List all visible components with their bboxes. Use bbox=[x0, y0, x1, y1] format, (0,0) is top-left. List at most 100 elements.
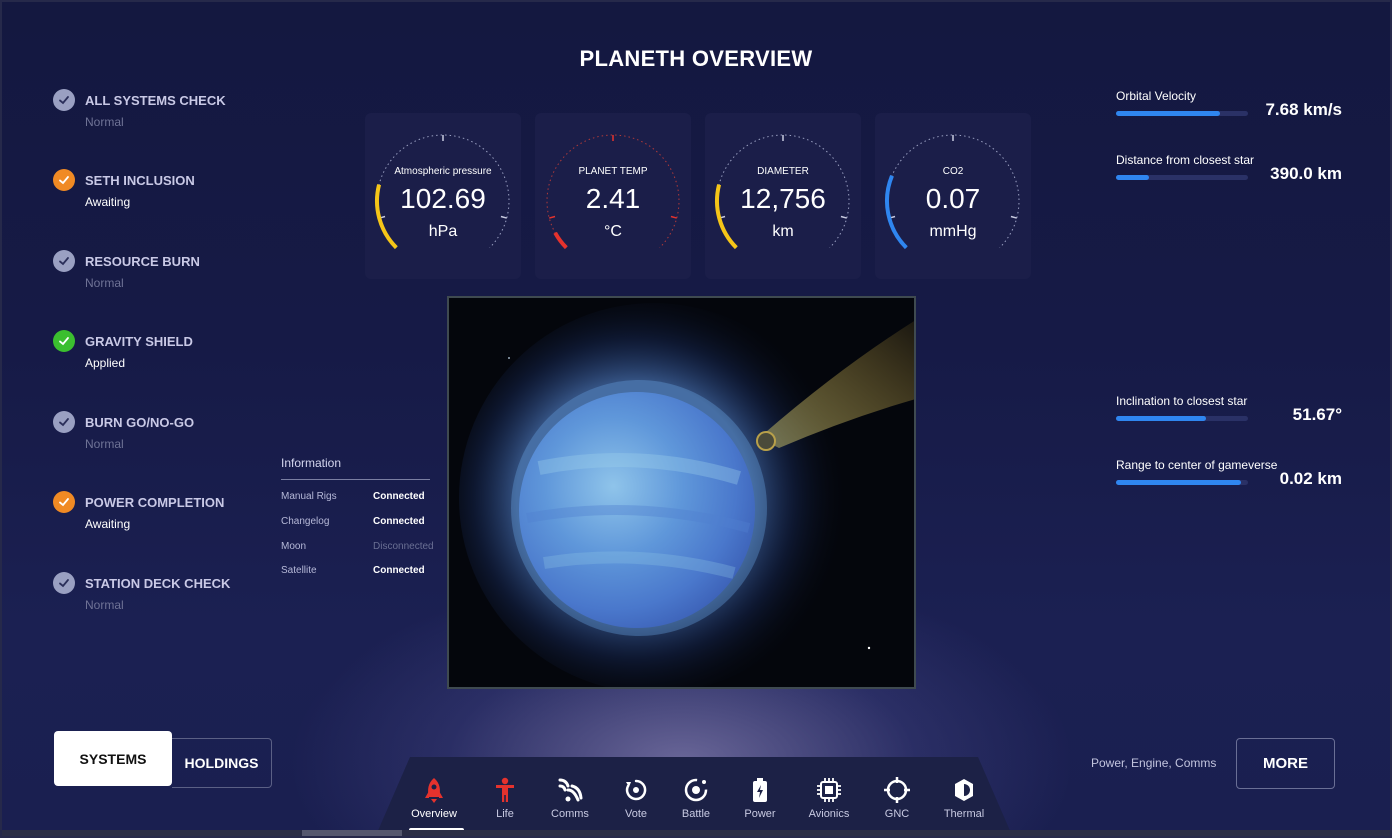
vote-icon bbox=[625, 779, 647, 801]
chip-icon bbox=[817, 778, 841, 802]
crosshair-icon bbox=[884, 777, 910, 803]
gauge-tick bbox=[840, 215, 847, 219]
check-label: STATION DECK CHECK bbox=[85, 576, 231, 591]
stat-distance-closest-star: Distance from closest star 390.0 km bbox=[1116, 153, 1356, 193]
stat-bar bbox=[1116, 480, 1248, 485]
nav-label: Avionics bbox=[808, 808, 850, 820]
stat-bar-fill bbox=[1116, 416, 1206, 421]
gauge-co2: CO2 0.07 mmHg bbox=[875, 113, 1031, 279]
stat-label: Distance from closest star bbox=[1116, 153, 1255, 167]
info-row-moon: Moon Disconnected bbox=[281, 541, 441, 555]
check-label: BURN GO/NO-GO bbox=[85, 415, 195, 430]
gauge-diameter: DIAMETER 12,756 km bbox=[705, 113, 861, 279]
check-icon bbox=[53, 491, 75, 513]
check-status: Applied bbox=[85, 356, 126, 370]
stat-label: Inclination to closest star bbox=[1116, 394, 1248, 408]
target-icon bbox=[684, 778, 708, 802]
gauge-atmospheric-pressure: Atmospheric pressure 102.69 hPa bbox=[365, 113, 521, 279]
gauge-unit: °C bbox=[604, 223, 622, 240]
stat-value: 51.67° bbox=[1292, 405, 1342, 424]
info-value: Connected bbox=[373, 516, 425, 527]
nav-avionics[interactable]: Avionics bbox=[799, 774, 859, 834]
check-item-all-systems[interactable]: ALL SYSTEMS CHECK Normal bbox=[53, 89, 283, 139]
nav-label: Battle bbox=[681, 808, 711, 820]
check-status: Normal bbox=[85, 276, 124, 290]
gauge-planet-temp: PLANET TEMP 2.41 °C bbox=[535, 113, 691, 279]
stat-bar-fill bbox=[1116, 175, 1149, 180]
info-key: Satellite bbox=[281, 565, 317, 576]
check-item-station-deck[interactable]: STATION DECK CHECK Normal bbox=[53, 572, 283, 622]
check-item-power-completion[interactable]: POWER COMPLETION Awaiting bbox=[53, 491, 283, 541]
check-icon bbox=[53, 250, 75, 272]
thermal-icon bbox=[955, 779, 973, 801]
gauge-tick bbox=[549, 215, 556, 219]
info-value: Disconnected bbox=[373, 541, 434, 552]
planet-image bbox=[447, 296, 916, 689]
check-icon bbox=[53, 411, 75, 433]
systems-button[interactable]: SYSTEMS bbox=[54, 731, 172, 786]
stat-label: Range to center of gameverse bbox=[1116, 458, 1278, 472]
check-icon bbox=[53, 572, 75, 594]
check-item-seth-inclusion[interactable]: SETH INCLUSION Awaiting bbox=[53, 169, 283, 219]
stat-orbital-velocity: Orbital Velocity 7.68 km/s bbox=[1116, 89, 1356, 129]
nav-vote[interactable]: Vote bbox=[606, 774, 666, 834]
info-value: Connected bbox=[373, 565, 425, 576]
info-row-satellite: Satellite Connected bbox=[281, 565, 441, 579]
stat-inclination: Inclination to closest star 51.67° bbox=[1116, 394, 1356, 434]
gauge-unit: km bbox=[772, 223, 794, 240]
window-bottom-bar bbox=[2, 830, 1390, 836]
stat-bar bbox=[1116, 111, 1248, 116]
info-row-changelog: Changelog Connected bbox=[281, 516, 441, 530]
gauge-tick bbox=[1010, 215, 1017, 219]
check-label: ALL SYSTEMS CHECK bbox=[85, 93, 226, 108]
nav-label: Life bbox=[496, 808, 514, 820]
gauge-value: 102.69 bbox=[400, 183, 486, 214]
check-label: SETH INCLUSION bbox=[85, 173, 195, 188]
info-key: Moon bbox=[281, 541, 307, 552]
gauge-value: 12,756 bbox=[740, 183, 826, 214]
holdings-button[interactable]: HOLDINGS bbox=[172, 738, 272, 788]
check-icon bbox=[53, 330, 75, 352]
more-button[interactable]: MORE bbox=[1236, 738, 1335, 789]
check-item-burn-go-no-go[interactable]: BURN GO/NO-GO Normal bbox=[53, 411, 283, 461]
rocket-icon bbox=[425, 778, 443, 803]
gauge-value: 2.41 bbox=[585, 183, 641, 214]
nav-label: Vote bbox=[624, 808, 648, 820]
more-caption: Power, Engine, Comms bbox=[1091, 756, 1217, 770]
stat-label: Orbital Velocity bbox=[1116, 89, 1197, 103]
check-item-gravity-shield[interactable]: GRAVITY SHIELD Applied bbox=[53, 330, 283, 380]
stat-bar-fill bbox=[1116, 111, 1221, 116]
battery-icon bbox=[753, 778, 767, 802]
gauge-label: CO2 bbox=[942, 166, 964, 177]
stat-value: 7.68 km/s bbox=[1265, 100, 1342, 119]
gauge-tick bbox=[670, 215, 677, 219]
check-status: Awaiting bbox=[85, 195, 131, 209]
stat-bar bbox=[1116, 416, 1248, 421]
nav-thermal[interactable]: Thermal bbox=[934, 774, 994, 834]
person-icon bbox=[496, 777, 514, 802]
nav-battle[interactable]: Battle bbox=[666, 774, 726, 834]
nav-label: Overview bbox=[411, 808, 457, 820]
information-panel: Information Manual Rigs Connected Change… bbox=[281, 456, 441, 576]
check-label: GRAVITY SHIELD bbox=[85, 334, 193, 349]
gauge-unit: hPa bbox=[428, 223, 458, 240]
gauge-tick bbox=[500, 215, 507, 219]
page-title: PLANETH OVERVIEW bbox=[579, 46, 813, 71]
check-item-resource-burn[interactable]: RESOURCE BURN Normal bbox=[53, 250, 283, 300]
stat-value: 390.0 km bbox=[1270, 164, 1342, 183]
check-status: Normal bbox=[85, 115, 124, 129]
nav-gnc[interactable]: GNC bbox=[867, 774, 927, 834]
check-status: Awaiting bbox=[85, 517, 131, 531]
check-label: POWER COMPLETION bbox=[85, 495, 225, 510]
nav-comms[interactable]: Comms bbox=[540, 774, 600, 834]
gauge-label: PLANET TEMP bbox=[578, 166, 648, 177]
gauge-unit: mmHg bbox=[929, 223, 977, 240]
nav-overview[interactable]: Overview bbox=[404, 774, 464, 834]
nav-power[interactable]: Power bbox=[730, 774, 790, 834]
check-status: Normal bbox=[85, 598, 124, 612]
check-icon bbox=[53, 169, 75, 191]
scrollbar-thumb[interactable] bbox=[302, 830, 402, 836]
info-key: Manual Rigs bbox=[281, 491, 337, 502]
nav-life[interactable]: Life bbox=[475, 774, 535, 834]
info-row-manual-rigs: Manual Rigs Connected bbox=[281, 491, 441, 505]
